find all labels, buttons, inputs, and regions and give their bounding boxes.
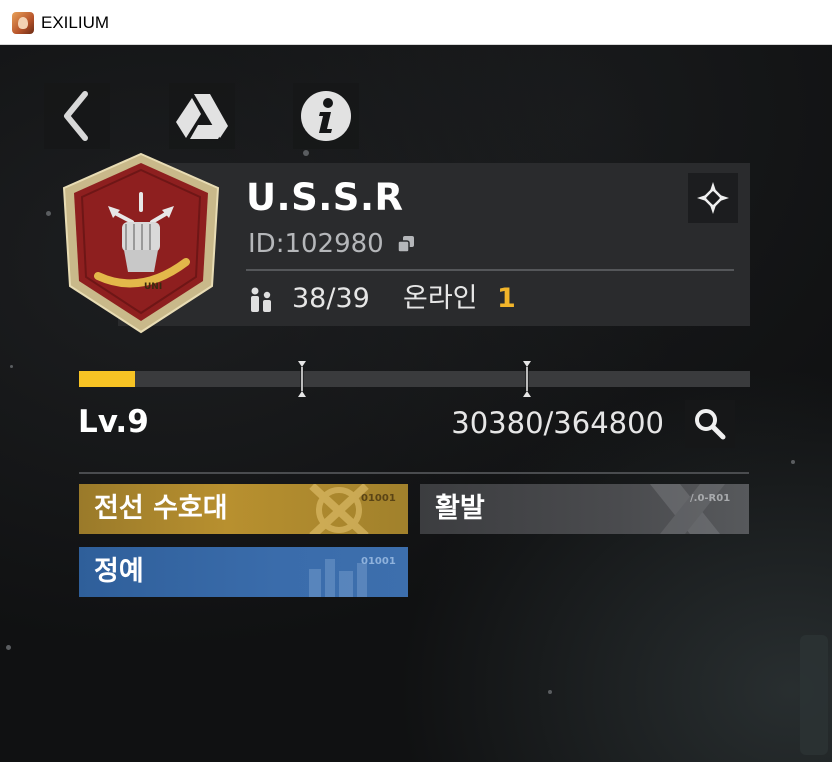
crossed-swords-icon [309, 484, 369, 534]
chevron-left-icon [64, 91, 88, 141]
xp-progress-bar [79, 361, 750, 397]
drive-triangle-icon [176, 94, 228, 139]
guild-name: U.S.S.R [246, 176, 404, 219]
tag-code: 01001 [361, 493, 396, 504]
search-icon [695, 409, 726, 440]
guild-id: ID:102980 [248, 229, 384, 259]
xp-progress-fill [79, 371, 135, 387]
window-titlebar: EXILIUM [0, 0, 832, 45]
guild-emblem: UNI [58, 150, 224, 336]
stripe-decoration-icon [650, 484, 725, 534]
info-button[interactable] [293, 83, 359, 149]
background-debris [800, 635, 828, 755]
section-divider [79, 472, 749, 474]
background-speck [303, 150, 309, 156]
tag-elite[interactable]: 정예 01001 [79, 547, 408, 597]
background-speck [791, 460, 795, 464]
card-divider [246, 269, 734, 271]
locate-button[interactable] [688, 173, 738, 223]
background-speck [6, 645, 11, 650]
online-count: 1 [497, 283, 516, 314]
background-speck [46, 211, 51, 216]
emblem-text: UNI [144, 282, 162, 292]
member-count: 38/39 [292, 283, 370, 314]
copy-icon[interactable] [397, 235, 415, 253]
search-button[interactable] [685, 400, 735, 448]
compass-icon [697, 182, 729, 214]
online-label: 온라인 [403, 283, 478, 314]
tag-code: 01001 [361, 556, 396, 567]
xp-milestone-marker [297, 361, 307, 397]
info-circle-icon [301, 91, 351, 141]
fist-emblem-icon: UNI [62, 152, 220, 334]
tag-front-guard[interactable]: 전선 수호대 01001 [79, 484, 408, 534]
tag-label: 전선 수호대 [94, 493, 228, 524]
background-speck [10, 365, 13, 368]
window-title: EXILIUM [41, 13, 110, 32]
tag-active[interactable]: 활발 /.0-R01 [420, 484, 749, 534]
tag-code: /.0-R01 [690, 493, 731, 504]
back-button[interactable] [44, 83, 110, 149]
xp-milestone-marker [522, 361, 532, 397]
members-icon [247, 286, 275, 314]
guild-level: Lv.9 [78, 404, 149, 440]
xp-value: 30380/364800 [451, 406, 664, 440]
game-portrait-icon [12, 12, 34, 34]
drive-button[interactable] [169, 83, 235, 149]
tag-label: 활발 [435, 493, 485, 524]
background-speck [548, 690, 552, 694]
tag-label: 정예 [94, 556, 144, 587]
